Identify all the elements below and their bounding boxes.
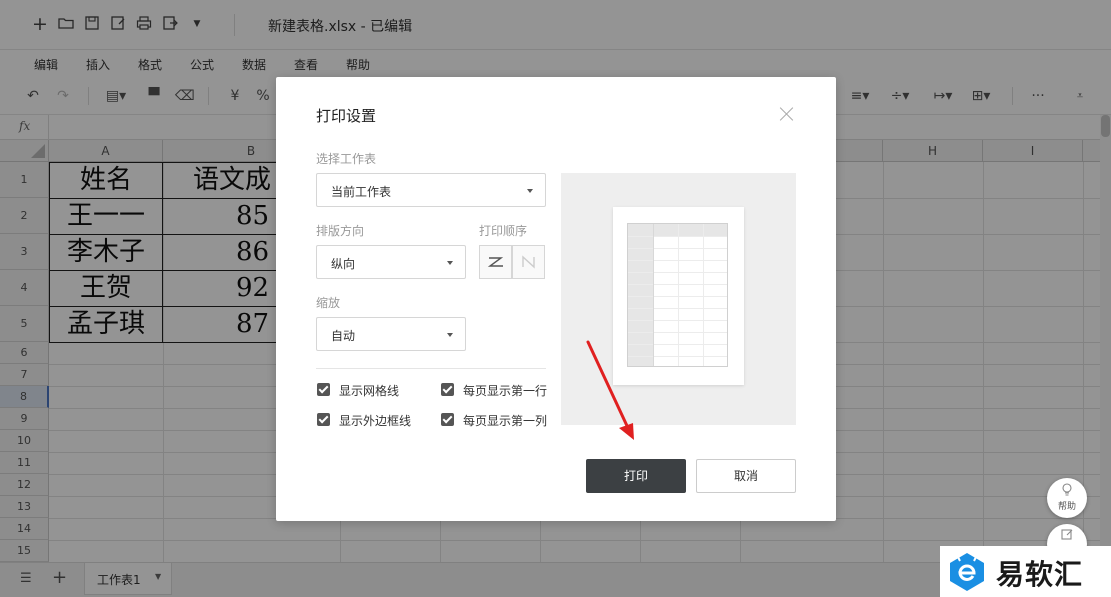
dialog-title: 打印设置 xyxy=(316,107,377,125)
close-icon[interactable] xyxy=(778,105,796,123)
scale-label: 缩放 xyxy=(316,296,341,310)
scale-select-value: 自动 xyxy=(331,329,356,343)
preview-page xyxy=(613,207,744,385)
print-button[interactable]: 打印 xyxy=(586,459,686,493)
edit-icon xyxy=(1061,528,1073,543)
worksheet-label: 选择工作表 xyxy=(316,152,377,166)
print-preview xyxy=(561,173,796,425)
watermark-text: 易软汇 xyxy=(996,558,1084,591)
print-settings-dialog: 打印设置 选择工作表 当前工作表 排版方向 纵向 打印顺序 缩放 自动 显示网格… xyxy=(276,77,836,521)
cancel-button[interactable]: 取消 xyxy=(696,459,796,493)
checkbox-checked-icon xyxy=(441,413,454,426)
orientation-select-value: 纵向 xyxy=(331,257,356,271)
chevron-down-icon xyxy=(447,261,453,265)
print-order-label: 打印顺序 xyxy=(479,224,528,238)
help-label: 帮助 xyxy=(1057,502,1076,512)
options-divider xyxy=(316,368,546,369)
worksheet-select[interactable]: 当前工作表 xyxy=(316,173,546,207)
watermark-logo xyxy=(950,553,984,591)
chevron-down-icon xyxy=(447,333,453,337)
orientation-label: 排版方向 xyxy=(316,224,365,238)
checkbox-checked-icon xyxy=(441,383,454,396)
repeat-first-col-checkbox[interactable]: 每页显示第一列 xyxy=(441,412,551,428)
watermark: 易软汇 xyxy=(940,546,1111,597)
orientation-select[interactable]: 纵向 xyxy=(316,245,466,279)
repeat-first-row-checkbox[interactable]: 每页显示第一行 xyxy=(441,382,551,398)
show-gridlines-checkbox[interactable]: 显示网格线 xyxy=(317,382,427,398)
help-button[interactable]: 帮助 xyxy=(1047,478,1087,518)
checkbox-checked-icon xyxy=(317,413,330,426)
order-row-first-button[interactable] xyxy=(479,245,512,279)
order-n-icon xyxy=(521,255,535,269)
scale-select[interactable]: 自动 xyxy=(316,317,466,351)
show-border-checkbox[interactable]: 显示外边框线 xyxy=(317,412,427,428)
order-column-first-button[interactable] xyxy=(512,245,545,279)
lightbulb-icon xyxy=(1061,483,1073,500)
chevron-down-icon xyxy=(527,189,533,193)
preview-table xyxy=(627,223,728,367)
checkbox-checked-icon xyxy=(317,383,330,396)
worksheet-select-value: 当前工作表 xyxy=(331,185,392,199)
order-z-icon xyxy=(487,257,503,267)
